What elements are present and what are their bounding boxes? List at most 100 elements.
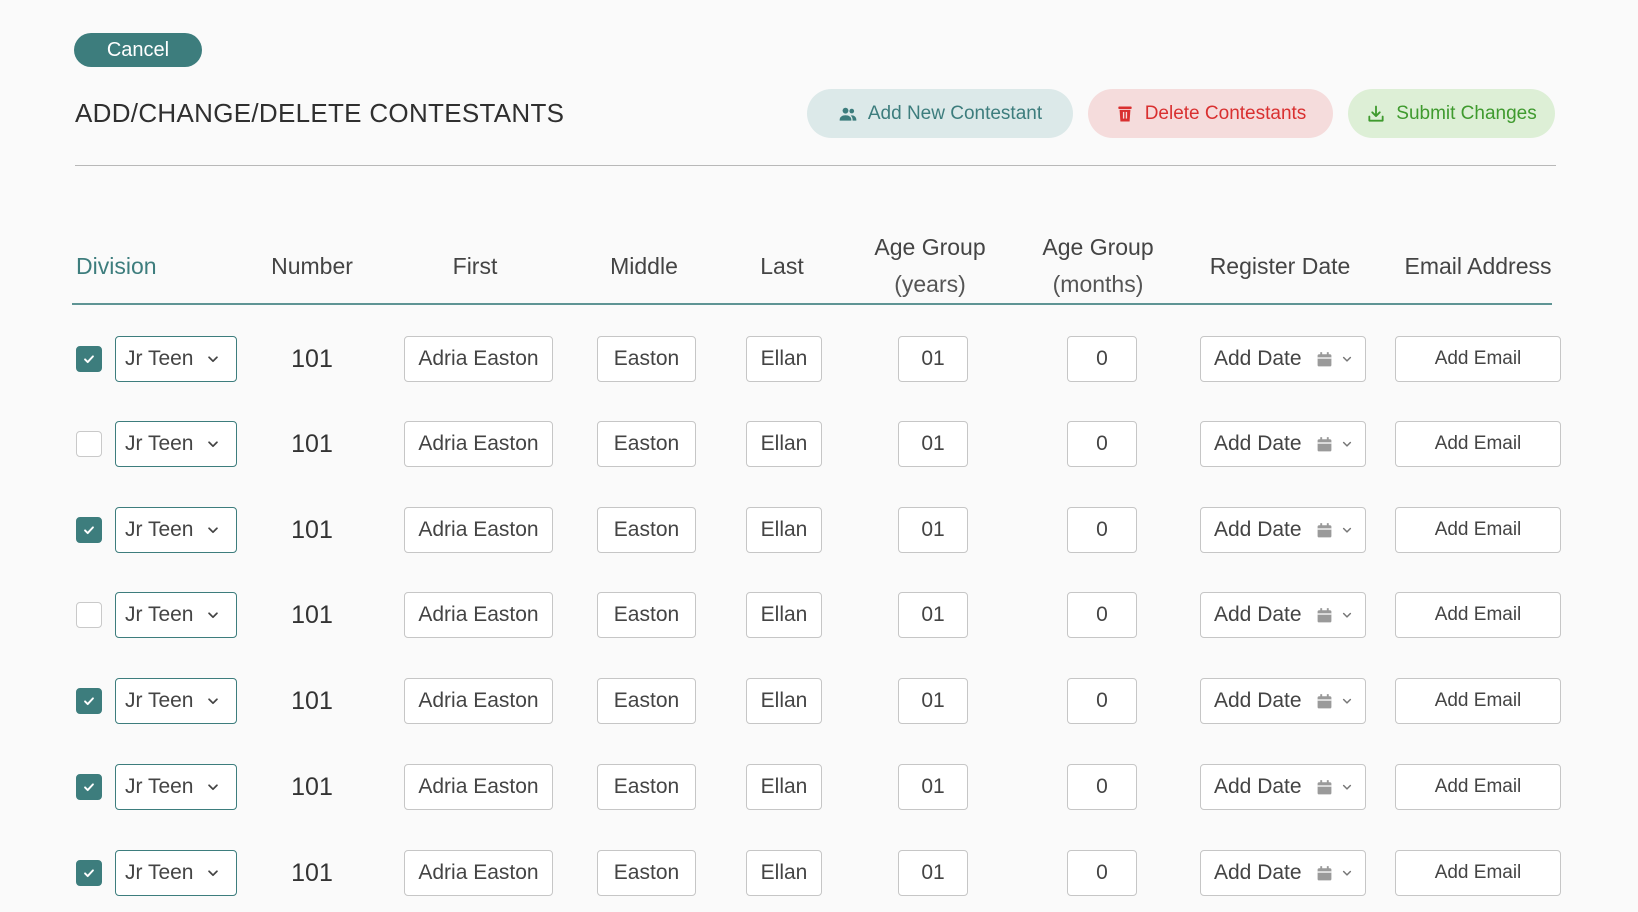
contestants-page: Cancel ADD/CHANGE/DELETE CONTESTANTS Add… [0,0,1638,912]
download-icon [1368,105,1384,122]
first-name-field[interactable]: Adria Easton [404,850,553,896]
cancel-button[interactable]: Cancel [74,33,202,67]
calendar-icon [1317,607,1331,622]
checkmark-icon [84,697,94,706]
first-name-field[interactable]: Adria Easton [404,592,553,638]
division-select[interactable]: Jr Teen [115,421,237,467]
title-divider [75,165,1556,166]
email-field[interactable]: Add Email [1395,507,1561,553]
add-new-contestant-label: Add New Contestant [867,102,1043,124]
last-name-field[interactable]: Ellan [746,678,822,724]
delete-contestants-button[interactable]: Delete Contestants [1088,89,1333,138]
first-name-field[interactable]: Adria Easton [404,421,553,467]
column-header-age-months-unit: (months) [1052,271,1144,297]
first-name-field[interactable]: Adria Easton [404,678,553,724]
contestant-number: 101 [291,515,333,544]
age-years-field[interactable]: 01 [898,678,968,724]
email-field[interactable]: Add Email [1395,850,1561,896]
register-date-picker[interactable]: Add Date [1200,678,1366,724]
register-date-picker[interactable]: Add Date [1200,850,1366,896]
row-select-checkbox[interactable] [76,431,102,457]
add-new-contestant-button[interactable]: Add New Contestant [807,89,1073,138]
age-years-field[interactable]: 01 [898,850,968,896]
column-header-age-years: Age Group (years) [858,229,1002,303]
last-name-field[interactable]: Ellan [746,764,822,810]
division-select[interactable]: Jr Teen [115,850,237,896]
division-select[interactable]: Jr Teen [115,592,237,638]
calendar-icon [1317,779,1331,794]
last-name-field[interactable]: Ellan [746,421,822,467]
middle-name-field[interactable]: Easton [597,507,696,553]
last-name-field[interactable]: Ellan [746,592,822,638]
row-select-checkbox[interactable] [76,688,102,714]
column-header-middle: Middle [610,253,678,279]
row-select-checkbox[interactable] [76,346,102,372]
checkmark-icon [84,783,94,792]
column-header-division[interactable]: Division [76,248,157,285]
middle-name-field[interactable]: Easton [597,764,696,810]
age-months-field[interactable]: 0 [1067,764,1137,810]
age-months-field[interactable]: 0 [1067,507,1137,553]
row-select-checkbox[interactable] [76,774,102,800]
table-row: Jr Teen 101 Adria Easton Easton Ellan 01… [0,678,1638,724]
last-name-field[interactable]: Ellan [746,336,822,382]
table-row: Jr Teen 101 Adria Easton Easton Ellan 01… [0,592,1638,638]
page-title: ADD/CHANGE/DELETE CONTESTANTS [75,98,565,128]
register-date-placeholder: Add Date [1214,603,1302,626]
row-select-checkbox[interactable] [76,602,102,628]
division-select[interactable]: Jr Teen [115,336,237,382]
calendar-icon [1317,693,1331,708]
header-divider [72,303,1552,305]
register-date-picker[interactable]: Add Date [1200,507,1366,553]
age-months-field[interactable]: 0 [1067,336,1137,382]
register-date-picker[interactable]: Add Date [1200,421,1366,467]
register-date-picker[interactable]: Add Date [1200,592,1366,638]
middle-name-field[interactable]: Easton [597,592,696,638]
age-months-field[interactable]: 0 [1067,678,1137,724]
age-years-field[interactable]: 01 [898,764,968,810]
first-name-field[interactable]: Adria Easton [404,336,553,382]
email-field[interactable]: Add Email [1395,592,1561,638]
email-field[interactable]: Add Email [1395,336,1561,382]
register-date-picker[interactable]: Add Date [1200,764,1366,810]
email-field[interactable]: Add Email [1395,421,1561,467]
email-field[interactable]: Add Email [1395,678,1561,724]
register-date-placeholder: Add Date [1214,347,1302,370]
division-select[interactable]: Jr Teen [115,764,237,810]
age-years-field[interactable]: 01 [898,421,968,467]
age-years-field[interactable]: 01 [898,336,968,382]
submit-changes-button[interactable]: Submit Changes [1348,89,1555,138]
calendar-icon [1317,865,1331,880]
division-value: Jr Teen [125,689,194,712]
column-header-email: Email Address [1404,253,1552,279]
contestant-number: 101 [291,686,333,715]
checkmark-icon [84,869,94,878]
age-months-field[interactable]: 0 [1067,592,1137,638]
checkmark-icon [84,355,94,364]
table-row: Jr Teen 101 Adria Easton Easton Ellan 01… [0,850,1638,896]
age-years-field[interactable]: 01 [898,592,968,638]
table-row: Jr Teen 101 Adria Easton Easton Ellan 01… [0,764,1638,810]
email-field[interactable]: Add Email [1395,764,1561,810]
age-months-field[interactable]: 0 [1067,850,1137,896]
last-name-field[interactable]: Ellan [746,507,822,553]
register-date-picker[interactable]: Add Date [1200,336,1366,382]
last-name-field[interactable]: Ellan [746,850,822,896]
middle-name-field[interactable]: Easton [597,678,696,724]
middle-name-field[interactable]: Easton [597,850,696,896]
first-name-field[interactable]: Adria Easton [404,764,553,810]
division-select[interactable]: Jr Teen [115,678,237,724]
calendar-icon [1317,522,1331,537]
division-select[interactable]: Jr Teen [115,507,237,553]
add-users-icon [839,107,857,121]
chevron-down-icon [1342,698,1351,704]
age-months-field[interactable]: 0 [1067,421,1137,467]
row-select-checkbox[interactable] [76,860,102,886]
chevron-down-icon [207,527,218,534]
division-value: Jr Teen [125,775,194,798]
middle-name-field[interactable]: Easton [597,421,696,467]
middle-name-field[interactable]: Easton [597,336,696,382]
row-select-checkbox[interactable] [76,517,102,543]
age-years-field[interactable]: 01 [898,507,968,553]
first-name-field[interactable]: Adria Easton [404,507,553,553]
